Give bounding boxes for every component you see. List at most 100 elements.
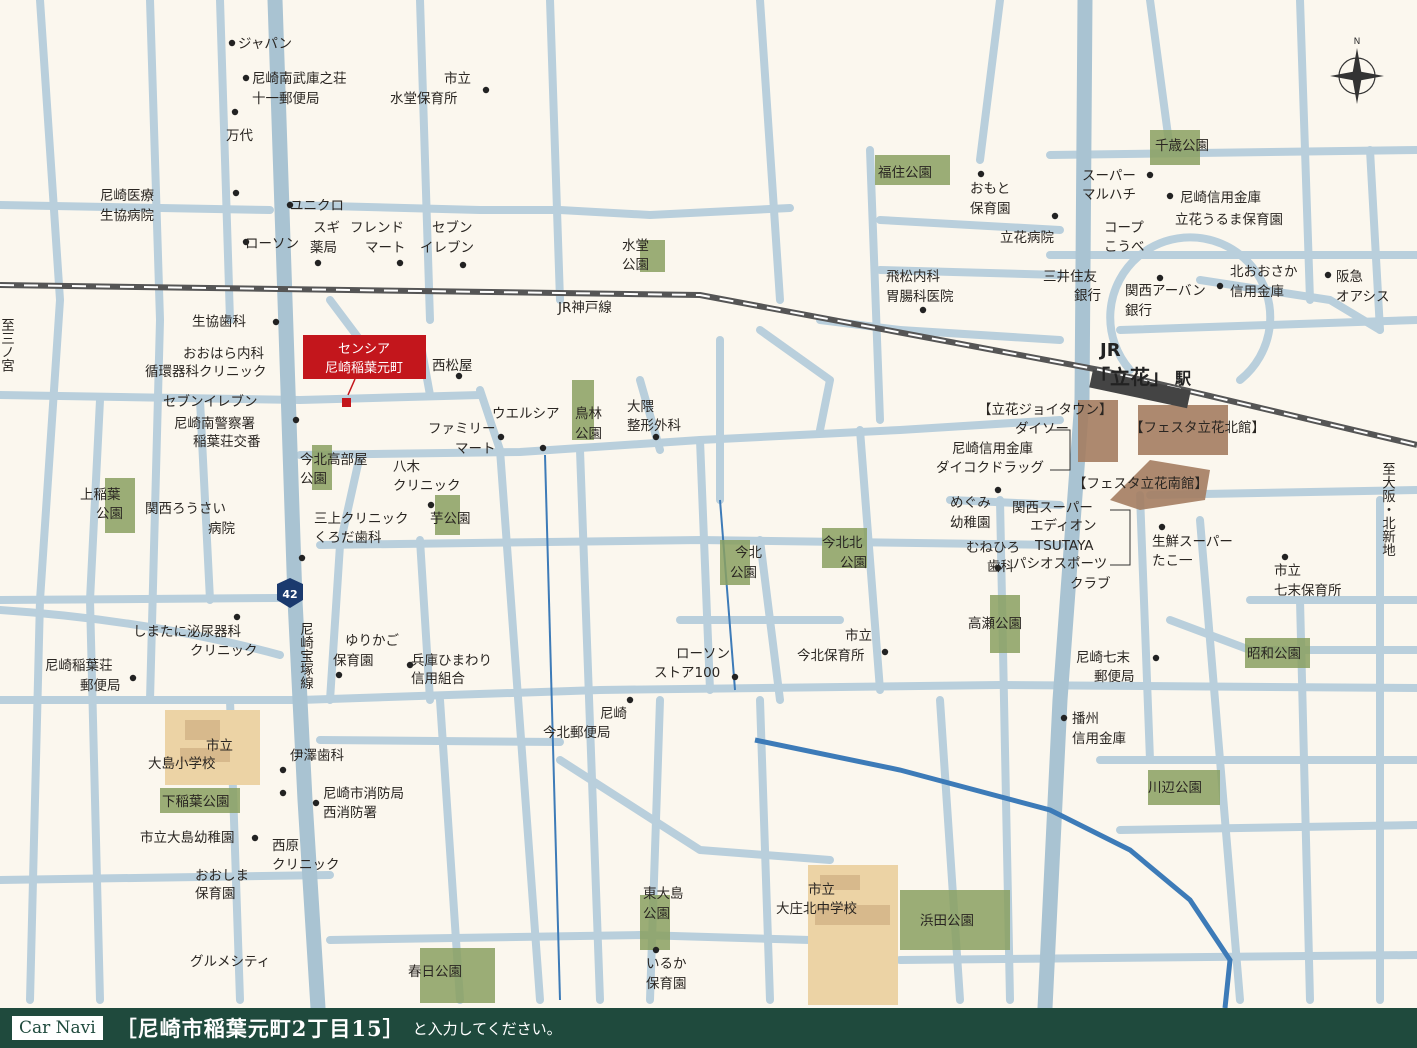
facility-label: 尼崎 xyxy=(600,706,627,722)
mall-tenant: ダイコクドラッグ xyxy=(936,460,1044,476)
facility-label: 循環器科クリニック xyxy=(145,364,267,380)
mall-label: 【立花ジョイタウン】 xyxy=(978,402,1112,418)
school-label: 市立 xyxy=(206,737,233,754)
facility-label: マート xyxy=(365,240,406,256)
facility-label: 稲葉荘交番 xyxy=(193,433,261,450)
facility-label: 立花うるま保育園 xyxy=(1175,212,1283,228)
facility-label: 市立 xyxy=(1274,562,1301,579)
footer-bar: Car Navi ［尼崎市稲葉元町2丁目15］ と入力してください。 xyxy=(0,1008,1417,1048)
facility-label: 郵便局 xyxy=(80,678,121,694)
facility-label: 関西アーバン xyxy=(1125,283,1206,299)
park-label: 公園 xyxy=(300,471,327,487)
facility-label: 信用組合 xyxy=(411,671,465,687)
park-label: 水堂 xyxy=(622,238,649,254)
facility-label: たこ一 xyxy=(1152,553,1193,569)
park-label: 今北 xyxy=(735,545,763,561)
facility-label: クリニック xyxy=(190,643,258,659)
facility-label: 大隈 xyxy=(627,399,655,415)
rail-right-dest: 至大阪・北新地 xyxy=(1379,462,1396,557)
facility-label: 今北保育所 xyxy=(797,648,865,664)
carnavi-instruction: と入力してください。 xyxy=(412,1019,562,1038)
facility-label: 万代 xyxy=(226,128,253,144)
facility-label: スーパー xyxy=(1082,168,1136,184)
facility-label: マルハチ xyxy=(1082,187,1136,203)
route-42-number: 42 xyxy=(282,588,297,601)
facility-label: 西原 xyxy=(272,838,299,854)
facility-label: ユニクロ xyxy=(290,198,344,214)
facility-label: むねひろ xyxy=(966,540,1020,556)
facility-label: 保育園 xyxy=(646,976,687,992)
area-map[interactable]: 42 N センシア 尼崎稲葉元町 JR 「立花」 駅 JR神戸線 至三ノ宮 至大… xyxy=(0,0,1417,1016)
facility-label: 西消防署 xyxy=(323,805,377,821)
station-jr: JR xyxy=(1098,340,1121,361)
facility-label: おおはら内科 xyxy=(183,346,264,362)
route-name: 尼崎宝塚線 xyxy=(297,622,314,690)
facility-label: 水堂保育所 xyxy=(390,91,458,107)
facility-label: マート xyxy=(455,441,496,457)
station-suffix: 駅 xyxy=(1174,369,1192,388)
facility-label: 十一郵便局 xyxy=(252,91,320,107)
facility-label: 西松屋 xyxy=(432,358,473,374)
park-label: 下稲葉公園 xyxy=(162,794,230,810)
facility-label: セブンイレブン xyxy=(163,393,258,410)
mall-label: 【フェスタ立花北館】 xyxy=(1130,420,1265,436)
mall-tenant: 関西スーパー xyxy=(1012,500,1093,516)
facility-label: 幼稚園 xyxy=(950,515,991,531)
facility-label: グルメシティ xyxy=(190,954,270,970)
facility-label: 尼崎稲葉荘 xyxy=(45,658,113,674)
school-label: 市立 xyxy=(808,881,835,898)
facility-label: 今北郵便局 xyxy=(543,725,611,741)
facility-label: 八木 xyxy=(393,459,420,475)
facility-label: クリニック xyxy=(272,857,340,873)
mall-tenant: 尼崎信用金庫 xyxy=(952,441,1033,457)
park-label: 春日公園 xyxy=(408,964,462,980)
facility-label: 七末保育所 xyxy=(1274,583,1342,599)
park-label: 福住公園 xyxy=(878,165,932,181)
park-label: 浜田公園 xyxy=(920,913,974,929)
facility-label: 飛松内科 xyxy=(886,269,940,285)
facility-label: 尼崎南武庫之荘 xyxy=(252,71,347,87)
mall-tenant: クラブ xyxy=(1070,575,1111,592)
facility-label: こうべ xyxy=(1104,239,1145,255)
facility-label: オアシス xyxy=(1336,289,1389,305)
facility-label: ローソン xyxy=(245,236,299,252)
facility-label: 信用金庫 xyxy=(1072,731,1126,747)
rail-line-label: JR神戸線 xyxy=(557,300,612,316)
park-label: 川辺公園 xyxy=(1148,780,1202,796)
facility-label: 保育園 xyxy=(333,653,374,669)
facility-label: ウエルシア xyxy=(492,406,560,422)
facility-label: イレブン xyxy=(420,239,474,256)
facility-label: 尼崎医療 xyxy=(100,187,154,204)
facility-label: ストア100 xyxy=(654,665,720,681)
facility-label: 北おおさか xyxy=(1230,264,1298,280)
park-label: 公園 xyxy=(840,555,867,571)
carnavi-address: ［尼崎市稲葉元町2丁目15］ xyxy=(115,1016,405,1041)
park-label: 公園 xyxy=(622,257,649,273)
station-name: 「立花」 xyxy=(1090,365,1170,389)
facility-label: 銀行 xyxy=(1125,303,1152,319)
park-label: 芋公園 xyxy=(430,511,471,527)
facility-label: 薬局 xyxy=(310,240,337,256)
facility-label: 保育園 xyxy=(195,886,236,902)
property-name-line2: 尼崎稲葉元町 xyxy=(325,361,403,376)
facility-label: セブン xyxy=(432,219,473,236)
park-label: 今北北 xyxy=(822,535,863,551)
facility-label: 関西ろうさい xyxy=(145,501,226,517)
facility-label: 尼崎七末 xyxy=(1076,650,1130,666)
facility-label: いるか xyxy=(646,956,687,972)
facility-label: 銀行 xyxy=(1074,288,1101,304)
facility-label: 信用金庫 xyxy=(1230,284,1284,300)
park-label: 東大島 xyxy=(643,886,684,902)
mall-tenant: エディオン xyxy=(1030,517,1097,534)
facility-label: 生協歯科 xyxy=(192,314,246,330)
facility-label: 市立 xyxy=(845,627,872,644)
facility-label: 郵便局 xyxy=(1094,669,1135,685)
park-label: 公園 xyxy=(730,565,757,581)
facility-label: 尼崎南警察署 xyxy=(174,415,255,432)
park-label: 公園 xyxy=(643,906,670,922)
mall-label: 【フェスタ立花南館】 xyxy=(1073,476,1208,492)
park-label: 千歳公園 xyxy=(1155,138,1209,154)
facility-label: 歯科 xyxy=(987,559,1015,575)
park-label: 公園 xyxy=(96,506,123,522)
park-label: 上稲葉 xyxy=(80,487,121,503)
